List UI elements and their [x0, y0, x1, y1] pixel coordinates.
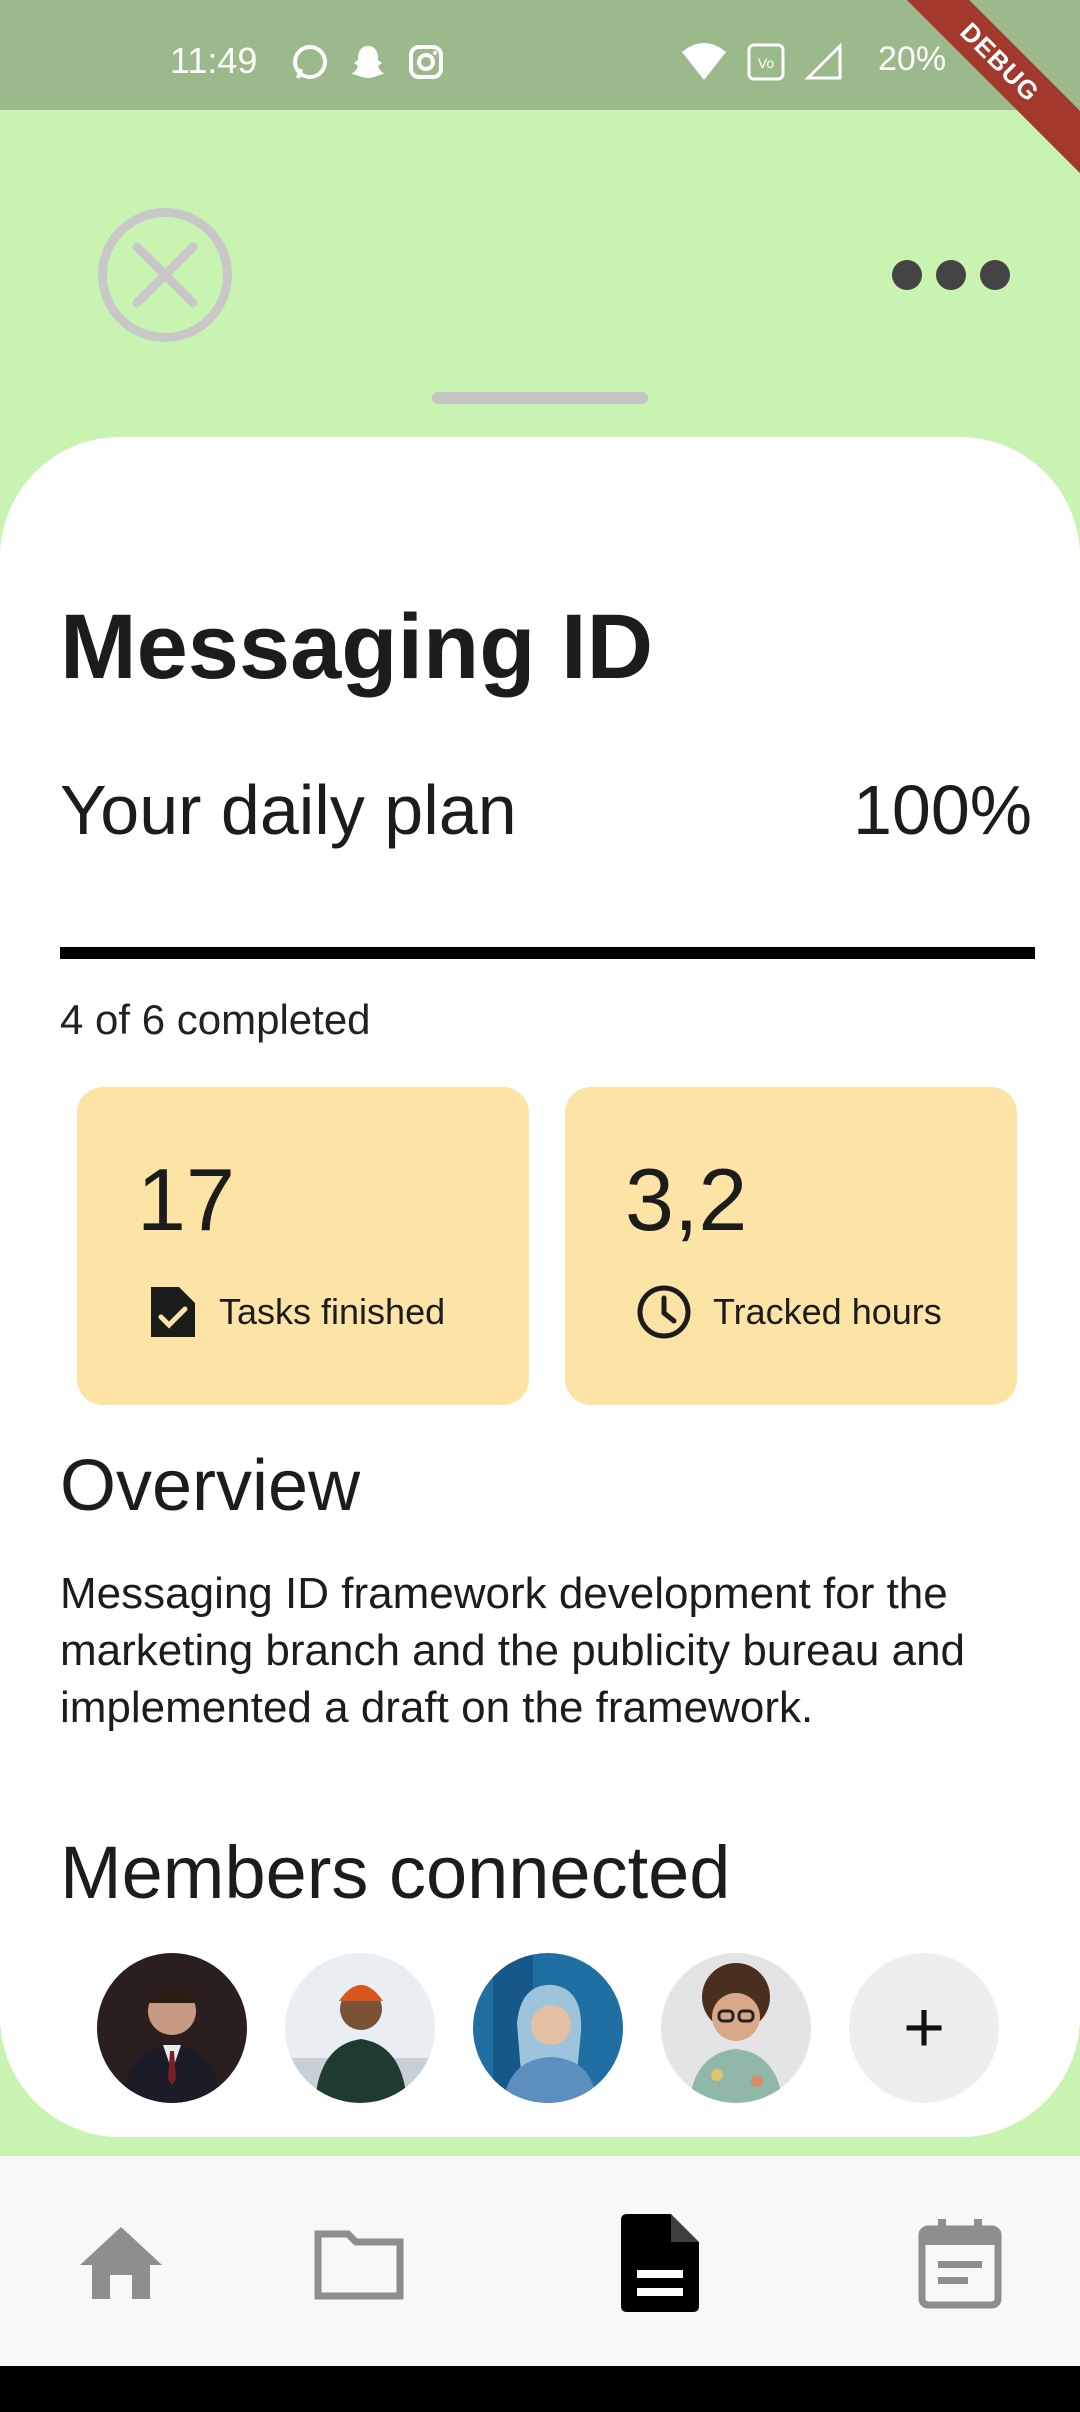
daily-plan-percent: 100% — [852, 771, 1032, 849]
signal-icon — [804, 42, 842, 80]
document-icon — [621, 2214, 699, 2312]
sheet-drag-handle[interactable] — [432, 392, 648, 404]
completed-count: 4 of 6 completed — [60, 996, 371, 1043]
member-avatar-1[interactable] — [97, 1953, 247, 2103]
progress-fill — [60, 947, 1035, 959]
tasks-finished-value: 17 — [137, 1150, 235, 1249]
tasks-finished-label: Tasks finished — [219, 1291, 446, 1332]
tracked-hours-value: 3,2 — [625, 1150, 748, 1249]
home-icon — [80, 2227, 162, 2299]
close-circle-icon — [132, 242, 198, 308]
nav-folder[interactable] — [304, 2208, 414, 2318]
stat-card-tasks[interactable]: 17 Tasks finished — [77, 1087, 529, 1405]
stat-label-row: Tracked hours — [635, 1283, 942, 1341]
daily-plan-label: Your daily plan — [60, 771, 517, 849]
nav-calendar[interactable] — [905, 2208, 1015, 2318]
folder-icon — [314, 2230, 404, 2300]
stat-card-hours[interactable]: 3,2 Tracked hours — [565, 1087, 1017, 1405]
members-heading: Members connected — [60, 1831, 731, 1914]
status-bar: 11:49 Vo 20% DEBUG — [0, 0, 1080, 184]
more-options-button[interactable] — [892, 260, 1010, 290]
bottom-navigation — [0, 2156, 1080, 2366]
more-dot — [936, 260, 966, 290]
member-avatar-image — [661, 1953, 811, 2103]
member-avatar-image — [473, 1953, 623, 2103]
member-avatar-image — [285, 1953, 435, 2103]
member-avatar-image — [97, 1953, 247, 2103]
stat-label-row: Tasks finished — [147, 1283, 445, 1341]
overview-heading: Overview — [60, 1446, 361, 1526]
instagram-icon — [409, 45, 443, 79]
close-button[interactable] — [98, 208, 232, 342]
nav-document[interactable] — [605, 2208, 715, 2318]
members-list: + — [97, 1953, 999, 2103]
page-title: Messaging ID — [60, 596, 654, 698]
calendar-icon — [918, 2219, 1002, 2309]
whatsapp-icon — [293, 45, 327, 79]
member-avatar-4[interactable] — [661, 1953, 811, 2103]
snapchat-icon — [352, 46, 384, 78]
volte-icon: Vo — [747, 43, 785, 81]
member-avatar-2[interactable] — [285, 1953, 435, 2103]
system-navigation-bar — [0, 2366, 1080, 2412]
daily-plan-progress-bar — [60, 947, 1035, 959]
member-avatar-3[interactable] — [473, 1953, 623, 2103]
more-horizontal-icon — [892, 260, 922, 290]
svg-text:Vo: Vo — [758, 55, 775, 71]
debug-banner: DEBUG — [878, 0, 1080, 184]
battery-level: 20% — [878, 40, 947, 78]
status-app-icons — [290, 42, 446, 82]
wifi-icon — [682, 43, 726, 80]
tracked-hours-label: Tracked hours — [713, 1291, 942, 1332]
clock-icon — [637, 1285, 691, 1339]
status-system-icons: Vo — [680, 42, 844, 82]
more-dot — [980, 260, 1010, 290]
status-time: 11:49 — [170, 40, 258, 81]
add-member-button[interactable]: + — [849, 1953, 999, 2103]
nav-home[interactable] — [66, 2208, 176, 2318]
overview-description: Messaging ID framework development for t… — [60, 1569, 966, 1732]
task-check-icon — [151, 1287, 195, 1337]
